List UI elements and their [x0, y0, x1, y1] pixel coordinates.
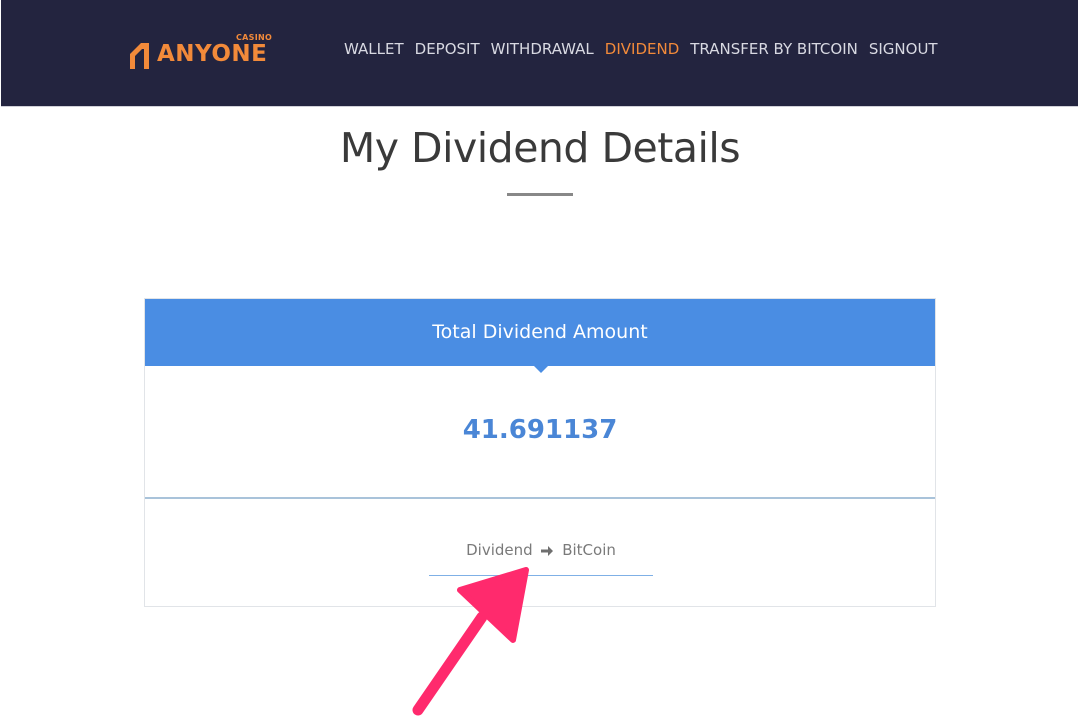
title-underline	[507, 193, 573, 196]
nav-signout[interactable]: SIGNOUT	[869, 40, 938, 58]
logo-mark-icon	[130, 43, 149, 69]
arrow-right-icon	[541, 545, 554, 556]
logo-wordmark: ANYONE	[157, 39, 267, 69]
nav-dividend[interactable]: DIVIDEND	[605, 40, 679, 58]
main-nav: WALLET DEPOSIT WITHDRAWAL DIVIDEND TRANS…	[344, 40, 938, 58]
total-dividend-label: Total Dividend Amount	[432, 321, 648, 343]
header-pointer	[534, 366, 548, 373]
dividend-amount: 41.691137	[462, 415, 618, 445]
card-divider	[145, 497, 935, 499]
logo-tagline: CASINO	[236, 33, 273, 42]
convert-from-label: Dividend	[466, 541, 533, 559]
convert-to-label: BitCoin	[562, 541, 616, 559]
nav-deposit[interactable]: DEPOSIT	[415, 40, 480, 58]
brand-logo[interactable]: ANYONE CASINO	[127, 33, 273, 72]
top-navbar: ANYONE CASINO WALLET DEPOSIT WITHDRAWAL …	[1, 0, 1078, 107]
logo-brand: ANYONE	[157, 41, 268, 67]
dividend-card: Total Dividend Amount 41.691137 Dividend…	[144, 298, 936, 607]
callout-arrow-icon	[412, 567, 529, 716]
page-title: My Dividend Details	[339, 124, 741, 172]
nav-transfer-by-bitcoin[interactable]: TRANSFER BY BITCOIN	[690, 40, 858, 58]
nav-withdrawal[interactable]: WITHDRAWAL	[491, 40, 594, 58]
nav-wallet[interactable]: WALLET	[344, 40, 404, 58]
dividend-card-header: Total Dividend Amount	[145, 299, 935, 373]
